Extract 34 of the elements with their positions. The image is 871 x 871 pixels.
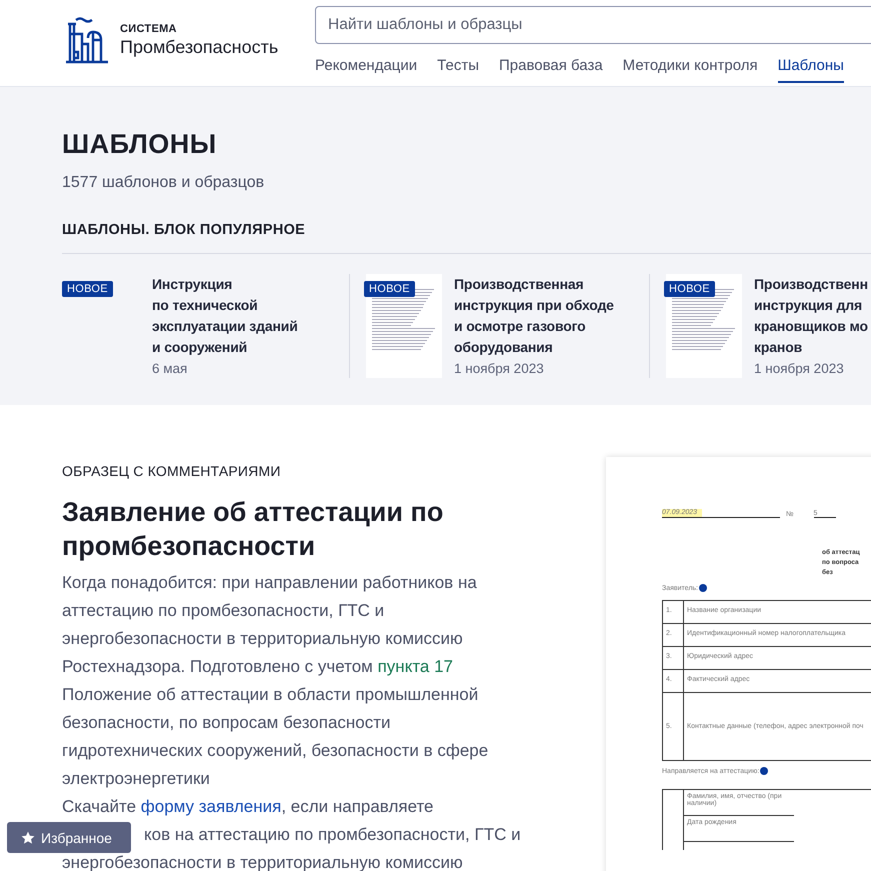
new-badge: НОВОЕ <box>364 281 415 297</box>
nav-tab[interactable]: Правовая база <box>498 57 603 83</box>
document-thumbnail[interactable] <box>666 274 742 378</box>
comment-marker-icon[interactable] <box>699 584 708 592</box>
text-link[interactable]: форму заявления <box>140 797 282 816</box>
new-badge: НОВОЕ <box>62 281 113 297</box>
document-thumbnail[interactable] <box>366 274 442 378</box>
template-count: 1577 шаблонов и образцов <box>62 174 266 192</box>
document-preview[interactable] <box>606 457 871 871</box>
search-field[interactable]: Найти шаблоны и образцы <box>315 6 871 44</box>
new-badge: НОВОЕ <box>664 281 715 297</box>
template-date: 1 ноября 2023 <box>454 361 545 376</box>
template-link[interactable]: Инструкция по технической эксплуатации зданий и сооружений <box>152 274 348 358</box>
favorites-button[interactable]: Избранное <box>7 822 131 853</box>
article-text-line: ков на аттестацию по промбезопасности, ГТС и <box>144 824 522 846</box>
nav-tab[interactable]: Методики контроля <box>622 57 758 83</box>
page-title: ШАБЛОНЫ <box>62 129 218 160</box>
template-date: 1 ноября 2023 <box>754 361 845 376</box>
article-paragraph: Скачайте форму заявления, если направляете <box>62 796 435 818</box>
section-title: ШАБЛОНЫ. БЛОК ПОПУЛЯРНОЕ <box>62 222 871 254</box>
article-title: Заявление об аттестации по промбезопасности <box>62 496 444 563</box>
article-category: ОБРАЗЕЦ С КОММЕНТАРИЯМИ <box>62 463 282 479</box>
text-link[interactable]: пункта 17 <box>378 657 453 676</box>
template-link[interactable]: Производственная инструкция при обходе и осмотре газового оборудования <box>454 274 650 358</box>
nav-tab[interactable]: Рекомендации <box>315 57 418 83</box>
logo-kicker: СИСТЕМА <box>120 22 178 34</box>
nav-tab[interactable]: Шаблоны <box>778 57 844 83</box>
comment-marker-icon[interactable] <box>760 767 768 775</box>
logo-name: Промбезопасность <box>120 36 278 58</box>
star-icon <box>21 830 35 844</box>
template-date: 6 мая <box>152 361 188 376</box>
nav-tab[interactable]: Тесты <box>437 57 479 83</box>
article-paragraph: Когда понадобится: при направлении работников на аттестацию по промбезопасности, ГТС и энергобезопасности в территориальную комиссию Ростехнадзора. Подготовлено с учетом пункта 17 Положение об аттестации в области промышленной безопасности, по вопросам безопасности гидротехнических сооружений, безопасности в сфере электроэнергетики <box>62 572 490 790</box>
template-link[interactable]: Производственн инструкция для крановщиков мо кранов <box>754 274 871 358</box>
